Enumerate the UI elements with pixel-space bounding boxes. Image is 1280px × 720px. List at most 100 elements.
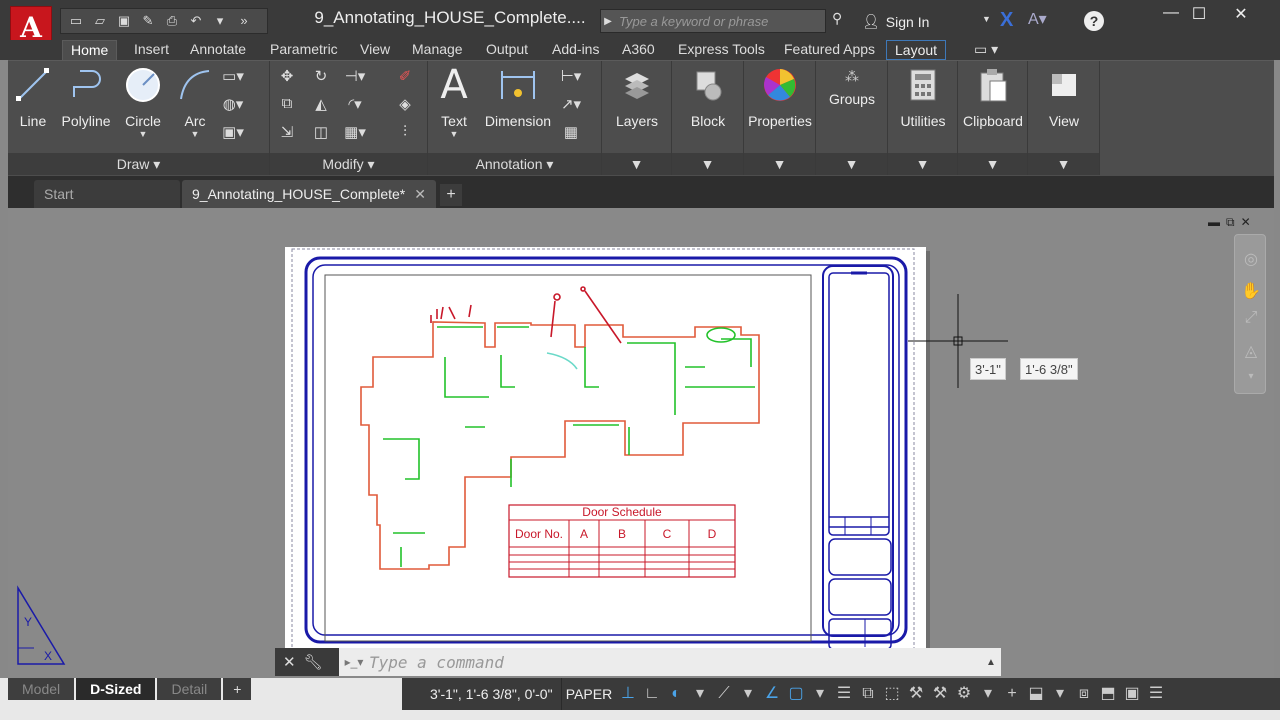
linear-dimension-icon[interactable]: ⊢▾ bbox=[560, 67, 582, 87]
chevron-down-icon[interactable]: ▾ bbox=[808, 682, 832, 706]
fillet-icon[interactable]: ◜▾ bbox=[344, 95, 366, 115]
close-tab-icon[interactable]: ✕ bbox=[414, 180, 426, 208]
arc-button[interactable]: Arc ▼ bbox=[174, 65, 216, 139]
view-expand-icon[interactable]: ▼ bbox=[1028, 153, 1099, 175]
utilities-expand-icon[interactable]: ▼ bbox=[888, 153, 957, 175]
trim-icon[interactable]: ⊣▾ bbox=[344, 67, 366, 87]
properties-button[interactable]: Properties bbox=[744, 65, 816, 129]
chevron-down-icon[interactable]: ▾ bbox=[736, 682, 760, 706]
customization-menu-icon[interactable]: ☰ bbox=[1144, 682, 1168, 706]
boundary-icon[interactable]: ▣▾ bbox=[222, 123, 244, 143]
array-icon[interactable]: ▦▾ bbox=[344, 123, 366, 143]
explode-icon[interactable]: ◈ bbox=[394, 95, 416, 115]
utilities-button[interactable]: Utilities bbox=[890, 65, 956, 129]
annotation-panel-title[interactable]: Annotation ▾ bbox=[428, 153, 601, 175]
rectangle-icon[interactable]: ▭▾ bbox=[222, 67, 244, 87]
customize-command-line-icon[interactable]: 🔧︎ bbox=[304, 653, 323, 671]
view-button[interactable]: View bbox=[1032, 65, 1096, 129]
dynamic-input-y[interactable]: 1'-6 3/8" bbox=[1020, 358, 1078, 380]
layers-expand-icon[interactable]: ▼ bbox=[602, 153, 671, 175]
isodraft-icon[interactable]: ⟋ bbox=[712, 682, 736, 706]
close-command-line-icon[interactable]: ✕ bbox=[283, 653, 296, 671]
autodesk-a360-icon[interactable]: A▾ bbox=[1028, 9, 1047, 29]
tab-document[interactable]: 9_Annotating_HOUSE_Complete* ✕ bbox=[182, 180, 436, 208]
chevron-down-icon[interactable]: ▼ bbox=[434, 129, 474, 139]
layers-button[interactable]: Layers bbox=[606, 65, 668, 129]
tab-insert[interactable]: Insert bbox=[126, 40, 177, 60]
copy-icon[interactable]: ⧉ bbox=[276, 95, 298, 115]
offset-icon[interactable]: ⫶ bbox=[394, 123, 416, 143]
tab-output[interactable]: Output bbox=[478, 40, 536, 60]
saveas-icon[interactable]: ✎ bbox=[139, 13, 157, 29]
dimension-button[interactable]: Dimension bbox=[482, 65, 554, 129]
tab-layout[interactable]: Layout bbox=[886, 40, 947, 60]
object-snap-icon[interactable]: ▢ bbox=[784, 682, 808, 706]
leader-icon[interactable]: ↗▾ bbox=[560, 95, 582, 115]
chevron-down-icon[interactable]: ▼ bbox=[982, 14, 991, 24]
sign-in-button[interactable]: 👤︎ Sign In bbox=[862, 13, 929, 30]
erase-icon[interactable]: ✐ bbox=[394, 67, 416, 87]
hardware-acceleration-icon[interactable]: ⬒ bbox=[1096, 682, 1120, 706]
close-button[interactable]: ✕ bbox=[1226, 4, 1256, 24]
clipboard-expand-icon[interactable]: ▼ bbox=[958, 153, 1027, 175]
drawing-canvas[interactable]: Door Schedule Door No. A B C D Y X 3'-1"… bbox=[8, 208, 1274, 678]
tab-view[interactable]: View bbox=[352, 40, 398, 60]
snap-mode-icon[interactable]: ⊥ bbox=[616, 682, 640, 706]
scale-icon[interactable]: ◫ bbox=[310, 123, 332, 143]
dynamic-input-x[interactable]: 3'-1" bbox=[970, 358, 1006, 380]
polar-tracking-icon[interactable]: ◐ bbox=[664, 682, 688, 706]
new-icon[interactable]: ▭ bbox=[67, 13, 85, 29]
line-button[interactable]: Line bbox=[12, 65, 54, 129]
clean-screen-icon[interactable]: ▣ bbox=[1120, 682, 1144, 706]
clipboard-button[interactable]: Clipboard bbox=[958, 65, 1028, 129]
tab-model[interactable]: Model bbox=[8, 678, 75, 700]
tab-detail[interactable]: Detail bbox=[157, 678, 222, 700]
workspace-gear-icon[interactable]: ⚙ bbox=[952, 682, 976, 706]
tab-start[interactable]: Start bbox=[34, 180, 180, 208]
chevron-down-icon[interactable]: ▼ bbox=[174, 129, 216, 139]
transparency-icon[interactable]: ⧉ bbox=[856, 682, 880, 706]
coordinates-readout[interactable]: 3'-1", 1'-6 3/8", 0'-0" bbox=[402, 678, 562, 710]
add-layout-button[interactable]: + bbox=[223, 678, 252, 700]
block-expand-icon[interactable]: ▼ bbox=[672, 153, 743, 175]
tab-featured-apps[interactable]: Featured Apps bbox=[776, 40, 883, 60]
hatch-icon[interactable]: ◍▾ bbox=[222, 95, 244, 115]
rotate-icon[interactable]: ↻ bbox=[310, 67, 332, 87]
print-icon[interactable]: ⎙ bbox=[163, 13, 181, 29]
save-icon[interactable]: ▣ bbox=[115, 13, 133, 29]
draw-panel-title[interactable]: Draw ▾ bbox=[8, 153, 269, 175]
open-icon[interactable]: ▱ bbox=[91, 13, 109, 29]
command-prompt-icon[interactable]: ▸_▾ bbox=[339, 655, 369, 669]
binoculars-icon[interactable]: ⚲ bbox=[832, 10, 842, 27]
exchange-apps-icon[interactable]: X bbox=[1000, 9, 1013, 32]
viewport-restore-icon[interactable]: ⧉ bbox=[1226, 215, 1235, 230]
text-button[interactable]: A Text ▼ bbox=[434, 62, 474, 139]
chevron-down-icon[interactable]: ▾ bbox=[1048, 682, 1072, 706]
annotation-monitor-icon[interactable]: + bbox=[1000, 682, 1024, 706]
modify-panel-title[interactable]: Modify ▾ bbox=[270, 153, 427, 175]
chevron-down-icon[interactable]: ▼ bbox=[120, 129, 166, 139]
block-button[interactable]: Block bbox=[676, 65, 740, 129]
zoom-extents-icon[interactable]: ⤢ bbox=[1241, 309, 1261, 329]
tab-d-sized[interactable]: D-Sized bbox=[76, 678, 156, 700]
groups-button[interactable]: ⁂ Groups bbox=[820, 65, 884, 108]
ortho-icon[interactable]: ∟ bbox=[640, 682, 664, 706]
minimize-button[interactable]: — bbox=[1156, 4, 1186, 24]
chevron-down-icon[interactable]: ▾ bbox=[976, 682, 1000, 706]
tab-add-ins[interactable]: Add-ins bbox=[544, 40, 607, 60]
tab-annotate[interactable]: Annotate bbox=[182, 40, 254, 60]
selection-cycling-icon[interactable]: ⬚ bbox=[880, 682, 904, 706]
undo-icon[interactable]: ↶ bbox=[187, 13, 205, 29]
pan-icon[interactable]: ✋ bbox=[1241, 281, 1261, 301]
groups-expand-icon[interactable]: ▼ bbox=[816, 153, 887, 175]
lineweight-icon[interactable]: ☰ bbox=[832, 682, 856, 706]
annotation-visibility-icon[interactable]: ⚒ bbox=[904, 682, 928, 706]
auto-scale-icon[interactable]: ⚒ bbox=[928, 682, 952, 706]
tab-parametric[interactable]: Parametric bbox=[262, 40, 346, 60]
undo-dropdown-icon[interactable]: ▾ bbox=[211, 13, 229, 29]
isolate-objects-icon[interactable]: ⧈ bbox=[1072, 682, 1096, 706]
polyline-button[interactable]: Polyline bbox=[56, 65, 116, 129]
viewport-close-icon[interactable]: ✕ bbox=[1241, 215, 1251, 230]
new-tab-button[interactable]: + bbox=[440, 184, 462, 206]
tab-a360[interactable]: A360 bbox=[614, 40, 663, 60]
